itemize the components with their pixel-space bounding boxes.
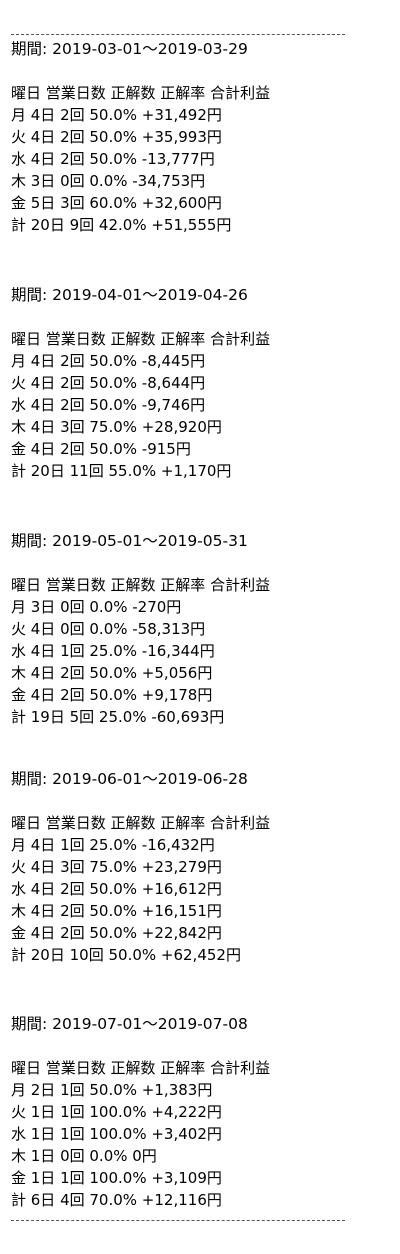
table-row: 火 4日 0回 0.0% -58,313円 [11,620,206,638]
period-block: 期間: 2019-04-01〜2019-04-26 曜日 営業日数 正解数 正解率… [11,284,391,482]
table-row: 月 4日 1回 25.0% -16,432円 [11,836,215,854]
table-header: 曜日 営業日数 正解数 正解率 合計利益 [11,576,271,594]
table-header: 曜日 営業日数 正解数 正解率 合計利益 [11,1059,271,1077]
total-row: 計 6日 4回 70.0% +12,116円 [11,1191,222,1209]
table-row: 木 3日 0回 0.0% -34,753円 [11,172,206,190]
table-row: 月 3日 0回 0.0% -270円 [11,598,182,616]
period-block: 期間: 2019-06-01〜2019-06-28 曜日 営業日数 正解数 正解率… [11,768,391,966]
table-row: 木 4日 2回 50.0% +16,151円 [11,902,222,920]
period-label: 期間: 2019-07-01〜2019-07-08 [11,1015,248,1033]
total-row: 計 20日 10回 50.0% +62,452円 [11,946,241,964]
table-row: 火 4日 2回 50.0% -8,644円 [11,374,206,392]
table-row: 水 4日 2回 50.0% -13,777円 [11,150,215,168]
table-row: 火 4日 3回 75.0% +23,279円 [11,858,222,876]
table-row: 金 4日 2回 50.0% -915円 [11,440,191,458]
period-label: 期間: 2019-03-01〜2019-03-29 [11,40,248,58]
period-block: 期間: 2019-07-01〜2019-07-08 曜日 営業日数 正解数 正解率… [11,1013,391,1211]
table-row: 金 4日 2回 50.0% +9,178円 [11,686,213,704]
table-row: 水 1日 1回 100.0% +3,402円 [11,1125,222,1143]
table-row: 水 4日 1回 25.0% -16,344円 [11,642,215,660]
table-header: 曜日 営業日数 正解数 正解率 合計利益 [11,84,271,102]
period-label: 期間: 2019-04-01〜2019-04-26 [11,286,248,304]
total-row: 計 20日 11回 55.0% +1,170円 [11,462,232,480]
total-row: 計 20日 9回 42.0% +51,555円 [11,216,232,234]
table-row: 水 4日 2回 50.0% -9,746円 [11,396,206,414]
table-row: 水 4日 2回 50.0% +16,612円 [11,880,222,898]
total-row: 計 19日 5回 25.0% -60,693円 [11,708,225,726]
table-row: 月 2日 1回 50.0% +1,383円 [11,1081,213,1099]
table-row: 木 4日 3回 75.0% +28,920円 [11,418,222,436]
table-row: 木 4日 2回 50.0% +5,056円 [11,664,213,682]
table-row: 月 4日 2回 50.0% +31,492円 [11,106,222,124]
table-row: 金 1日 1回 100.0% +3,109円 [11,1169,222,1187]
table-row: 月 4日 2回 50.0% -8,445円 [11,352,206,370]
period-label: 期間: 2019-06-01〜2019-06-28 [11,770,248,788]
separator-bottom [11,1220,345,1221]
table-row: 金 5日 3回 60.0% +32,600円 [11,194,222,212]
table-row: 火 1日 1回 100.0% +4,222円 [11,1103,222,1121]
period-block: 期間: 2019-05-01〜2019-05-31 曜日 営業日数 正解数 正解率… [11,530,391,728]
table-row: 木 1日 0回 0.0% 0円 [11,1147,157,1165]
separator-top [11,34,345,35]
report-document: 期間: 2019-03-01〜2019-03-29 曜日 営業日数 正解数 正解率… [0,0,400,1254]
table-row: 火 4日 2回 50.0% +35,993円 [11,128,222,146]
table-header: 曜日 営業日数 正解数 正解率 合計利益 [11,814,271,832]
period-block: 期間: 2019-03-01〜2019-03-29 曜日 営業日数 正解数 正解率… [11,38,391,236]
table-row: 金 4日 2回 50.0% +22,842円 [11,924,222,942]
period-label: 期間: 2019-05-01〜2019-05-31 [11,532,248,550]
table-header: 曜日 営業日数 正解数 正解率 合計利益 [11,330,271,348]
